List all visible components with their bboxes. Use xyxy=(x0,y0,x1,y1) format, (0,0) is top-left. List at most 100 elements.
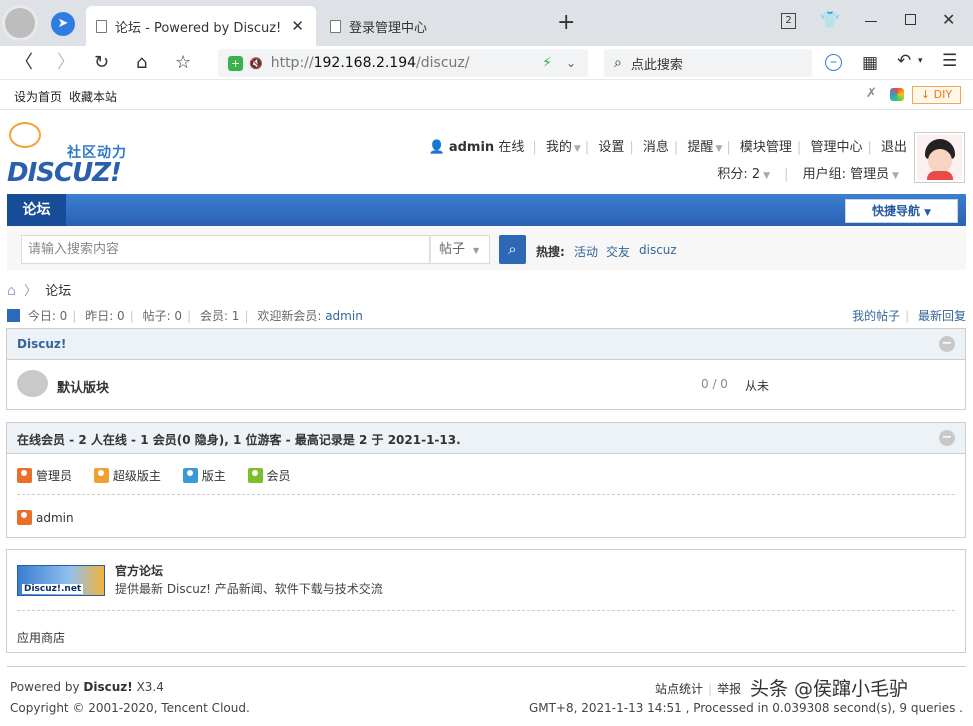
discuz-logo[interactable]: 社区动力 DISCUZ! xyxy=(7,122,139,188)
close-window-icon[interactable]: ✕ xyxy=(942,10,955,29)
color-palette-icon[interactable] xyxy=(890,88,904,101)
home-icon[interactable]: ⌂ xyxy=(136,52,147,74)
forum-name-link[interactable]: 默认版块 xyxy=(57,377,109,396)
url-host: 192.168.2.194 xyxy=(313,55,417,71)
browser-send-icon[interactable]: ➤ xyxy=(51,12,75,36)
chevron-down-icon[interactable]: ⌄ xyxy=(566,56,576,70)
admin-center-link[interactable]: 管理中心 xyxy=(810,140,862,155)
stat-yesterday: 昨日: 0 xyxy=(85,309,125,323)
undo-icon[interactable]: ↶ xyxy=(897,51,911,71)
hot-term-dating[interactable]: 交友 xyxy=(606,243,630,260)
site-stats-link[interactable]: 站点统计 xyxy=(655,682,703,696)
add-bookmark-link[interactable]: 收藏本站 xyxy=(69,88,117,105)
new-tab-icon[interactable]: + xyxy=(557,10,575,35)
search-bar: 请输入搜索内容 帖子 ▼ ⌕ 热搜: 活动 交友 discuz xyxy=(7,226,966,270)
friend-links-box: Discuz!.net 官方论坛 提供最新 Discuz! 产品新闻、软件下载与… xyxy=(6,549,966,653)
stats-right-links: 我的帖子 | 最新回复 xyxy=(852,309,966,323)
messages-link[interactable]: 消息 xyxy=(643,140,669,155)
tab-forum[interactable]: 论坛 - Powered by Discuz! ✕ xyxy=(86,6,316,46)
shirt-icon[interactable]: 👕 xyxy=(820,10,840,29)
category-title[interactable]: Discuz! xyxy=(17,337,66,351)
page-icon xyxy=(96,19,107,33)
app-store-link[interactable]: 应用商店 xyxy=(17,629,65,646)
back-icon[interactable]: 〈 xyxy=(15,52,33,74)
discuz-net-banner[interactable]: Discuz!.net xyxy=(17,565,105,596)
online-user-link[interactable]: admin xyxy=(36,511,74,525)
tab-admin-login[interactable]: 登录管理中心 xyxy=(320,6,546,46)
newest-member-link[interactable]: admin xyxy=(325,309,363,323)
url-field[interactable]: + 🔇 http:// 192.168.2.194 /discuz/ ⚡ ⌄ xyxy=(218,49,588,77)
tab-title: 登录管理中心 xyxy=(349,20,428,36)
settings-link[interactable]: 设置 xyxy=(598,140,624,155)
legend-admin: 管理员 xyxy=(17,468,72,483)
speech-bubble-icon xyxy=(9,122,41,148)
report-link[interactable]: 举报 xyxy=(717,682,741,696)
nav-item-forum[interactable]: 论坛 xyxy=(7,194,66,226)
official-forum-link[interactable]: 官方论坛 xyxy=(115,562,163,579)
tab-count-badge[interactable]: 2 xyxy=(781,13,796,29)
set-homepage-link[interactable]: 设为首页 xyxy=(14,88,62,105)
diy-button[interactable]: ↓ DIY xyxy=(912,86,961,104)
url-prefix: http:// xyxy=(270,55,314,71)
browser-search-field[interactable]: ⌕ 点此搜索 xyxy=(604,49,812,77)
address-toolbar: 〈 〉 ↻ ⌂ ☆ + 🔇 http:// 192.168.2.194 /dis… xyxy=(0,46,973,80)
stat-members: 会员: 1 xyxy=(199,309,240,323)
security-shield-icon[interactable]: + xyxy=(228,55,243,71)
username-link[interactable]: admin xyxy=(449,140,494,155)
stat-posts: 帖子: 0 xyxy=(142,309,183,323)
processing-info: GMT+8, 2021-1-13 14:51 , Processed in 0.… xyxy=(528,701,963,715)
collapse-icon[interactable]: − xyxy=(939,430,955,446)
breadcrumb-forum[interactable]: 论坛 xyxy=(45,284,71,299)
site-header: 社区动力 DISCUZ! 👤 admin 在线 | 我的 ▼ | 设置 | 消息 | 提醒… xyxy=(0,110,973,194)
search-button[interactable]: ⌕ xyxy=(499,235,526,264)
reminders-link[interactable]: 提醒 xyxy=(687,140,713,155)
collapse-icon[interactable]: − xyxy=(939,336,955,352)
logout-link[interactable]: 退出 xyxy=(881,140,907,155)
bookmark-bar: 设为首页 收藏本站 ✗ ↓ DIY xyxy=(0,80,973,110)
undo-menu-chevron-icon[interactable]: ▾ xyxy=(918,56,923,66)
star-icon[interactable]: ☆ xyxy=(175,52,191,74)
credits-link[interactable]: 积分: 2 xyxy=(717,167,760,182)
browser-profile-icon[interactable] xyxy=(2,5,38,41)
apps-grid-icon[interactable]: ▦ xyxy=(862,53,878,73)
my-posts-link[interactable]: 我的帖子 xyxy=(852,309,900,323)
maximize-icon[interactable] xyxy=(905,14,916,25)
close-tab-icon[interactable]: ✕ xyxy=(291,17,304,35)
menu-icon[interactable]: ☰ xyxy=(942,51,957,71)
user-icon-admin xyxy=(17,510,32,525)
latest-reply-link[interactable]: 最新回复 xyxy=(918,309,966,323)
home-icon[interactable]: ⌂ xyxy=(7,283,16,299)
quick-nav-button[interactable]: 快捷导航 ▼ xyxy=(845,199,958,223)
my-menu-link[interactable]: 我的 xyxy=(546,140,572,155)
forward-icon[interactable]: 〉 xyxy=(57,52,75,74)
discuz-link[interactable]: Discuz! xyxy=(83,680,132,694)
main-nav-bar: 论坛 快捷导航 ▼ xyxy=(7,194,966,226)
forum-bubble-icon xyxy=(17,370,48,397)
usergroup-link[interactable]: 用户组: 管理员 xyxy=(803,167,890,182)
forum-search-input[interactable]: 请输入搜索内容 xyxy=(21,235,430,264)
speed-bolt-icon[interactable]: ⚡ xyxy=(542,55,552,71)
zoom-out-icon[interactable]: – xyxy=(825,54,842,71)
caret-down-icon: ▼ xyxy=(473,246,480,255)
breadcrumb: ⌂ 〉 论坛 xyxy=(7,280,71,299)
hot-term-activity[interactable]: 活动 xyxy=(574,243,598,260)
forum-stats: 今日: 0 | 昨日: 0 | 帖子: 0 | 会员: 1 | 欢迎新会员: admin xyxy=(7,307,363,324)
refresh-icon[interactable]: ↻ xyxy=(94,52,109,74)
footer-divider xyxy=(7,666,966,667)
hot-term-discuz[interactable]: discuz xyxy=(639,243,677,257)
module-admin-link[interactable]: 模块管理 xyxy=(740,140,792,155)
sound-off-icon[interactable]: 🔇 xyxy=(249,57,263,70)
category-box: Discuz! − 默认版块 0 / 0 从未 xyxy=(6,328,966,410)
user-links-row: 👤 admin 在线 | 我的 ▼ | 设置 | 消息 | 提醒 ▼ | 模块管理 | 管理中心… xyxy=(428,140,908,155)
legend-super-mod: 超级版主 xyxy=(93,468,161,483)
user-icon-admin xyxy=(17,468,32,483)
official-forum-desc: 提供最新 Discuz! 产品新闻、软件下载与技术交流 xyxy=(115,582,383,596)
chart-icon xyxy=(7,309,20,322)
tools-icon[interactable]: ✗ xyxy=(866,86,877,101)
copyright: Copyright © 2001-2020, Tencent Cloud. xyxy=(10,701,250,715)
avatar[interactable] xyxy=(914,132,965,183)
banner-text: Discuz!.net xyxy=(22,584,84,594)
search-type-select[interactable]: 帖子 ▼ xyxy=(430,235,490,264)
online-title: 在线会员 - 2 人在线 - 1 会员(0 隐身), 1 位游客 - 最高记录是… xyxy=(17,433,461,447)
minimize-icon[interactable] xyxy=(865,21,877,22)
